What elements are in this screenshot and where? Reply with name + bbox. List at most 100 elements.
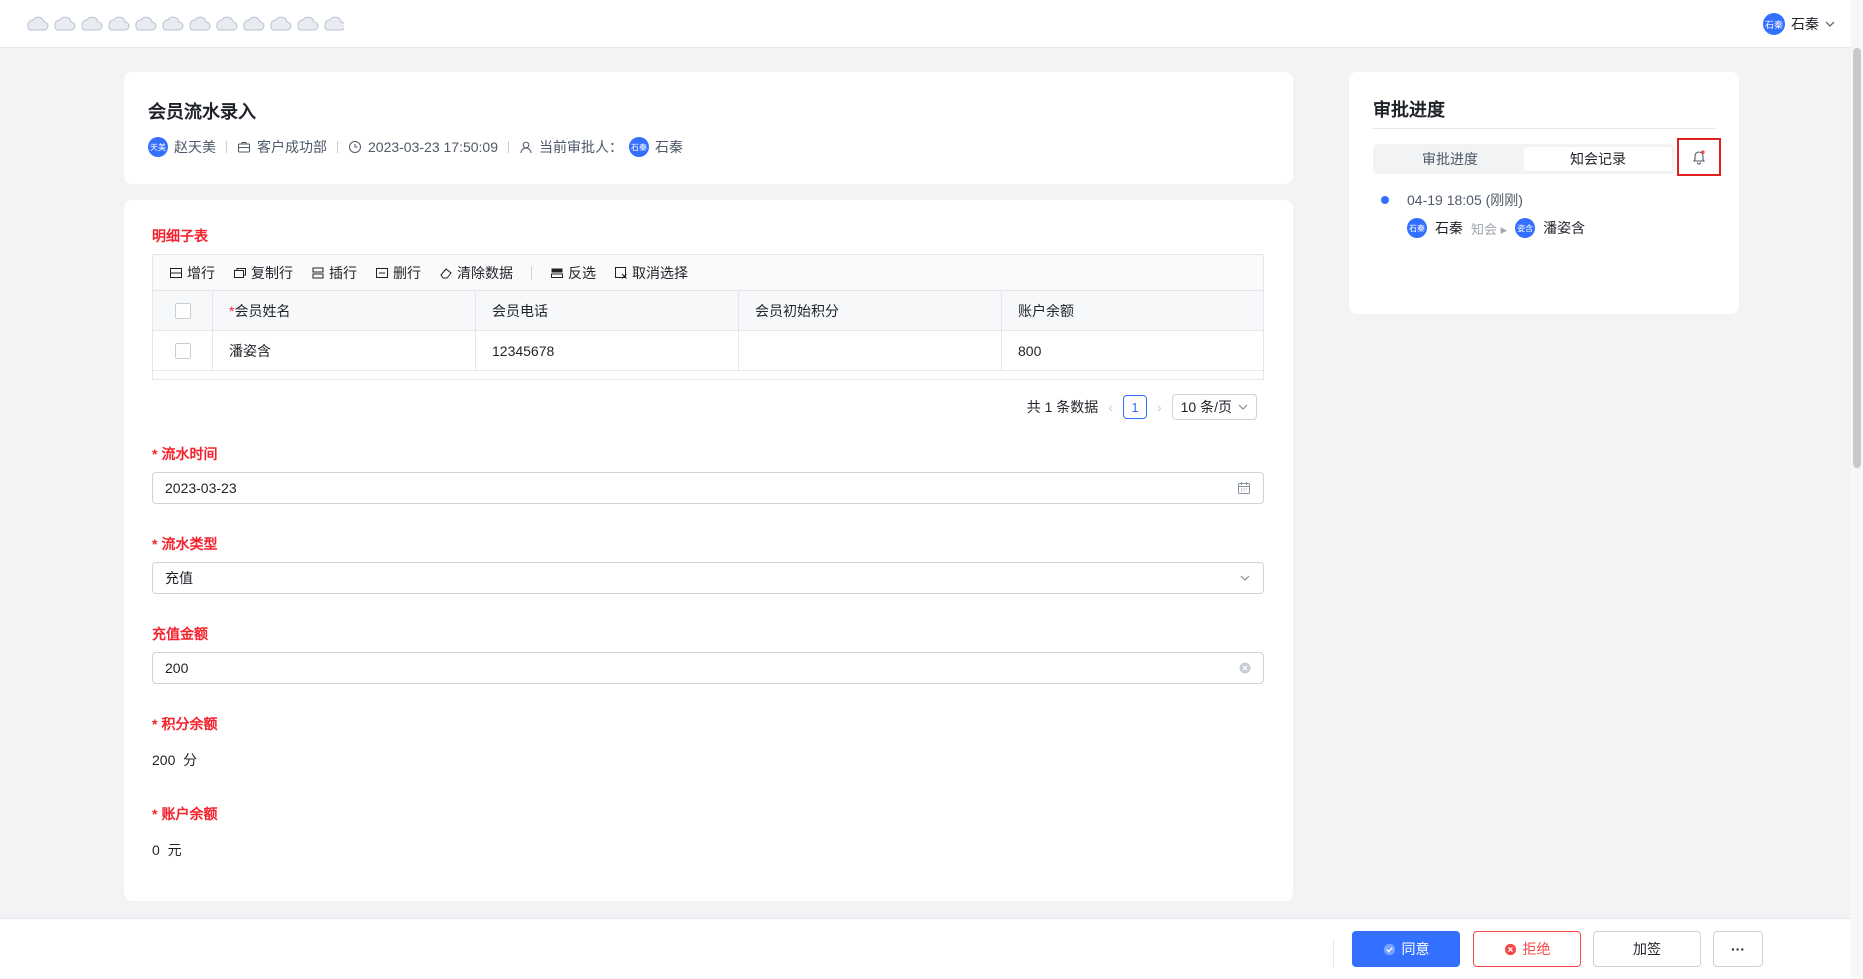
to-name: 潘姿含	[1543, 220, 1586, 236]
flow-time-label: * 流水时间	[152, 446, 218, 462]
tab-notify-records[interactable]: 知会记录	[1524, 147, 1672, 171]
flow-time-date-picker[interactable]: 2023-03-23	[152, 472, 1264, 504]
recharge-amount-input[interactable]: 200	[152, 652, 1264, 684]
account-balance-number: 0	[152, 842, 160, 858]
delete-row-icon	[376, 267, 388, 278]
recharge-amount-label: 充值金额	[152, 626, 208, 642]
add-row-button[interactable]: 增行	[169, 263, 215, 283]
submitter: 天美 赵天美	[148, 137, 216, 157]
copy-row-icon	[234, 267, 246, 278]
table-cell[interactable]	[739, 331, 1002, 370]
table-header-row: * 会员姓名 会员电话 会员初始积分 账户余额	[153, 291, 1263, 331]
timeline-entry: 石秦 石秦 知会 ▸ 姿含 潘姿含	[1407, 218, 1585, 238]
column-header: 会员电话	[476, 291, 739, 330]
divider	[508, 141, 509, 153]
user-menu[interactable]: 石秦 石秦	[1763, 13, 1835, 35]
chevron-down-icon	[1825, 21, 1835, 27]
table-cell[interactable]: 潘姿含	[213, 331, 476, 370]
top-bar: 石秦 石秦	[0, 0, 1863, 48]
approver-label: 当前审批人：	[539, 139, 623, 155]
more-actions-button[interactable]: ···	[1713, 931, 1763, 967]
page-number[interactable]: 1	[1122, 395, 1147, 419]
invert-selection-button[interactable]: 反选	[550, 263, 596, 283]
pagination: 共 1 条数据 ‹ 1 › 10 条/页	[1027, 394, 1257, 420]
department: 客户成功部	[237, 137, 327, 157]
account-balance-label: * 账户余额	[152, 806, 218, 822]
form-card: 明细子表 增行 复制行 插行 删行 清除数据 反选 取消选择 * 会员姓名 会员…	[124, 200, 1293, 901]
action-bar: 同意 拒绝 加签 ···	[0, 918, 1851, 979]
calendar-icon	[1238, 482, 1250, 494]
close-circle-icon	[1504, 943, 1516, 955]
copy-row-label: 复制行	[251, 264, 293, 281]
approver-name: 石秦	[655, 139, 683, 155]
eraser-icon	[440, 267, 452, 278]
approver-avatar: 石秦	[629, 137, 649, 157]
points-balance-label: * 积分余额	[152, 716, 218, 732]
cancel-selection-label: 取消选择	[632, 264, 688, 281]
row-select-cell	[153, 331, 213, 370]
tab-approval-progress[interactable]: 审批进度	[1376, 147, 1524, 171]
user-avatar: 石秦	[1763, 13, 1785, 35]
copy-row-button[interactable]: 复制行	[233, 263, 293, 283]
insert-row-label: 插行	[329, 264, 357, 281]
select-all-checkbox[interactable]	[174, 302, 191, 319]
page-size-select[interactable]: 10 条/页	[1171, 394, 1257, 420]
agree-button[interactable]: 同意	[1352, 931, 1460, 967]
clear-data-button[interactable]: 清除数据	[439, 263, 513, 283]
add-row-label: 增行	[187, 264, 215, 281]
current-approver: 当前审批人： 石秦 石秦	[519, 137, 683, 157]
app-logo[interactable]	[24, 12, 344, 34]
cancel-selection-button[interactable]: 取消选择	[614, 263, 688, 283]
toolbar-divider	[531, 265, 532, 280]
flow-type-label-text: 流水类型	[161, 536, 218, 552]
invert-selection-label: 反选	[568, 264, 596, 281]
column-header: 账户余额	[1002, 291, 1263, 330]
record-header-card: 会员流水录入 天美 赵天美 客户成功部 2023-03-23 17:50:09 …	[124, 72, 1293, 184]
from-name: 石秦	[1435, 220, 1463, 236]
clear-icon[interactable]	[1239, 662, 1251, 674]
chevron-down-icon	[1238, 404, 1248, 410]
notify-button[interactable]	[1677, 138, 1721, 176]
flow-type-value: 充值	[165, 570, 193, 586]
page-size-value: 10 条/页	[1180, 399, 1232, 415]
delete-row-label: 删行	[393, 264, 421, 281]
insert-row-button[interactable]: 插行	[311, 263, 357, 283]
insert-row-icon	[312, 267, 324, 278]
divider	[337, 141, 338, 153]
approval-title: 审批进度	[1373, 100, 1445, 120]
column-header: * 会员姓名	[213, 291, 476, 330]
flow-type-select[interactable]: 充值	[152, 562, 1264, 594]
divider	[1373, 128, 1715, 129]
page-scrollbar[interactable]	[1851, 0, 1863, 979]
to-avatar: 姿含	[1515, 218, 1536, 238]
delete-row-button[interactable]: 删行	[375, 263, 421, 283]
cancel-selection-icon	[615, 266, 627, 279]
column-header: 会员初始积分	[739, 291, 1002, 330]
briefcase-icon	[238, 142, 250, 153]
from-avatar: 石秦	[1407, 218, 1427, 238]
flow-time-label-text: 流水时间	[161, 446, 218, 462]
reject-button[interactable]: 拒绝	[1473, 931, 1581, 967]
detail-table: 增行 复制行 插行 删行 清除数据 反选 取消选择 * 会员姓名 会员电话 会员…	[152, 254, 1264, 380]
points-balance-value: 200 分	[152, 750, 197, 770]
divider	[226, 141, 227, 153]
next-page-icon[interactable]: ›	[1157, 399, 1162, 415]
table-cell[interactable]: 12345678	[476, 331, 739, 370]
bell-icon	[1692, 150, 1706, 165]
add-signer-button[interactable]: 加签	[1593, 931, 1701, 967]
add-row-icon	[170, 267, 182, 278]
divider	[1333, 939, 1334, 967]
column-header-label: 会员初始积分	[755, 302, 839, 319]
page-title: 会员流水录入	[148, 102, 256, 122]
table-row: 潘姿含 12345678 800	[153, 331, 1263, 371]
clear-data-label: 清除数据	[457, 264, 513, 281]
select-all-cell	[153, 291, 213, 330]
detail-table-label: 明细子表	[152, 228, 208, 244]
recharge-amount-value: 200	[165, 660, 189, 676]
submitter-avatar: 天美	[148, 137, 168, 157]
table-cell[interactable]: 800	[1002, 331, 1263, 370]
scrollbar-thumb[interactable]	[1853, 48, 1861, 468]
prev-page-icon[interactable]: ‹	[1108, 399, 1113, 415]
points-balance-label-text: 积分余额	[161, 716, 218, 732]
row-checkbox[interactable]	[174, 342, 191, 359]
